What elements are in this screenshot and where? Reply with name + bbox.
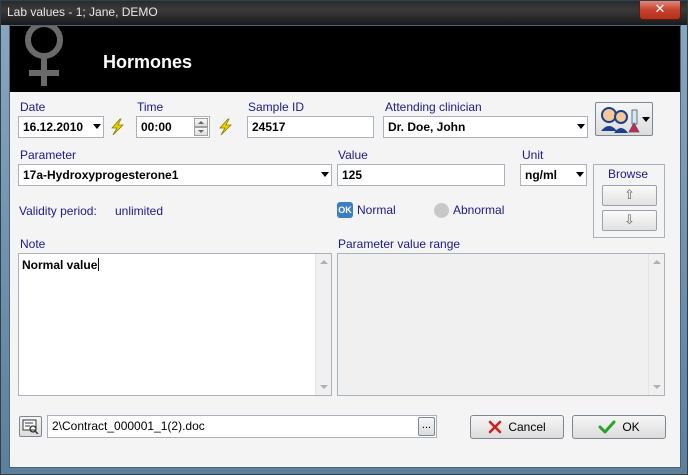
- cancel-button[interactable]: Cancel: [470, 415, 564, 439]
- validity-period-label: Validity period:: [19, 204, 97, 218]
- unit-value: ng/ml: [525, 168, 557, 182]
- sample-id-label: Sample ID: [248, 100, 305, 114]
- abnormal-radio[interactable]: [434, 203, 449, 218]
- value-input[interactable]: 125: [337, 164, 505, 186]
- browse-up-button[interactable]: ⇧: [602, 185, 657, 206]
- attachment-path-input[interactable]: 2\Contract_000001_1(2).doc ...: [47, 415, 437, 438]
- date-field[interactable]: 16.12.2010: [18, 116, 104, 138]
- chevron-down-icon[interactable]: [577, 124, 585, 129]
- scroll-up-icon[interactable]: [320, 260, 328, 264]
- cancel-x-icon: [489, 420, 502, 434]
- dialog-body: Hormones Date Time Sample ID Attending c…: [9, 25, 681, 468]
- spin-up-icon: [198, 121, 204, 124]
- chevron-down-icon[interactable]: [321, 172, 329, 177]
- female-symbol-icon: [25, 26, 63, 86]
- close-button[interactable]: ✕: [639, 1, 681, 20]
- attending-clinician-value: Dr. Doe, John: [388, 120, 466, 134]
- attachment-path-value: 2\Contract_000001_1(2).doc: [52, 419, 205, 433]
- checkmark-icon: [598, 420, 616, 434]
- browse-group: Browse ⇧ ⇩: [593, 164, 665, 238]
- spin-down-icon: [198, 130, 204, 133]
- people-lab-icon: [601, 107, 640, 133]
- lightning-icon[interactable]: [217, 118, 233, 136]
- note-textarea[interactable]: Normal value: [18, 253, 332, 396]
- value-value: 125: [342, 168, 363, 182]
- lab-values-window: Lab values - 1; Jane, DEMO ✕ Hormones Da…: [0, 0, 688, 475]
- normal-radio[interactable]: OK: [337, 202, 353, 218]
- sample-id-input[interactable]: 24517: [247, 116, 374, 138]
- arrow-down-icon: ⇩: [624, 213, 635, 228]
- clinician-picker-button[interactable]: [595, 102, 653, 136]
- attending-clinician-select[interactable]: Dr. Doe, John: [383, 116, 588, 138]
- arrow-up-icon: ⇧: [624, 188, 635, 203]
- scroll-down-icon[interactable]: [320, 385, 328, 389]
- page-title: Hormones: [103, 52, 193, 72]
- validity-period-value: unlimited: [115, 204, 164, 218]
- range-scrollbar[interactable]: [648, 254, 664, 395]
- ok-label: OK: [622, 420, 640, 434]
- note-scrollbar[interactable]: [315, 254, 331, 395]
- attachment-browse-button[interactable]: ...: [418, 417, 435, 436]
- cancel-label: Cancel: [508, 420, 546, 434]
- attending-clinician-label: Attending clinician: [385, 100, 482, 114]
- parameter-label: Parameter: [20, 148, 77, 162]
- time-spin-up[interactable]: [194, 118, 208, 127]
- document-search-icon: [22, 419, 39, 434]
- parameter-value: 17a-Hydroxyprogesterone1: [23, 168, 179, 182]
- unit-label: Unit: [522, 148, 544, 162]
- time-value: 00:00: [141, 120, 172, 134]
- time-label: Time: [137, 100, 164, 114]
- title-bar[interactable]: Lab values - 1; Jane, DEMO ✕: [1, 1, 687, 25]
- value-label: Value: [338, 148, 368, 162]
- time-field[interactable]: 00:00: [136, 116, 210, 138]
- browse-label: Browse: [608, 167, 649, 181]
- attachment-preview-button[interactable]: [19, 416, 42, 437]
- parameter-value-range-textarea: [337, 253, 665, 396]
- header-banner: Hormones: [10, 26, 680, 92]
- chevron-down-icon[interactable]: [642, 117, 650, 122]
- scroll-down-icon[interactable]: [653, 385, 661, 389]
- date-value: 16.12.2010: [23, 120, 84, 134]
- ok-button[interactable]: OK: [572, 415, 666, 439]
- window-title: Lab values - 1; Jane, DEMO: [7, 5, 158, 19]
- lightning-icon[interactable]: [109, 118, 125, 136]
- scroll-up-icon[interactable]: [653, 260, 661, 264]
- parameter-select[interactable]: 17a-Hydroxyprogesterone1: [18, 164, 332, 186]
- text-caret: [98, 258, 100, 271]
- unit-select[interactable]: ng/ml: [520, 164, 587, 186]
- normal-label[interactable]: Normal: [357, 203, 396, 217]
- abnormal-label[interactable]: Abnormal: [453, 203, 504, 217]
- chevron-down-icon[interactable]: [576, 172, 584, 177]
- note-value: Normal value: [22, 258, 100, 272]
- browse-down-button[interactable]: ⇩: [602, 210, 657, 231]
- time-spin-down[interactable]: [194, 127, 208, 136]
- date-label: Date: [20, 100, 46, 114]
- chevron-down-icon[interactable]: [93, 124, 101, 129]
- note-label: Note: [20, 237, 46, 251]
- sample-id-value: 24517: [252, 120, 286, 134]
- parameter-value-range-label: Parameter value range: [338, 237, 461, 251]
